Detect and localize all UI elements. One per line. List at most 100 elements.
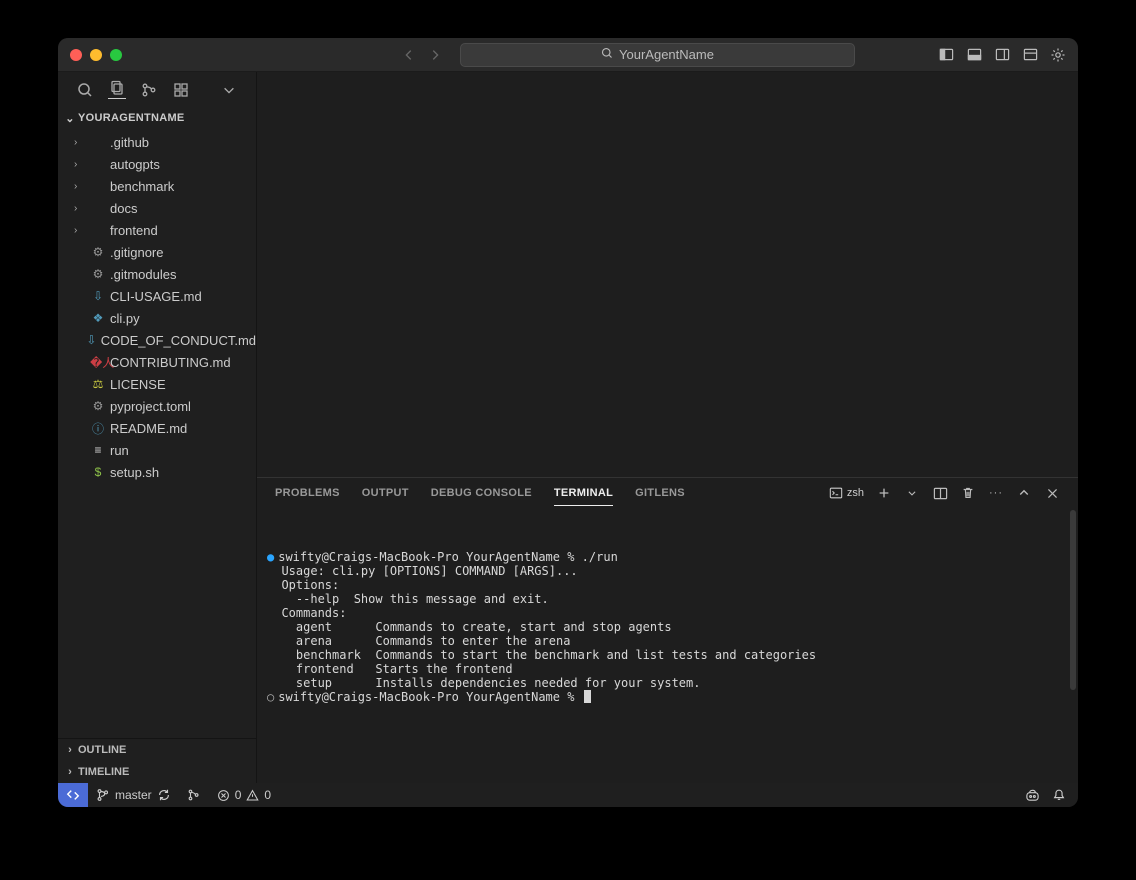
panel-tabs: PROBLEMS OUTPUT DEBUG CONSOLE TERMINAL G… xyxy=(257,478,1078,508)
file-readme-md[interactable]: ›ⓘREADME.md xyxy=(58,417,256,439)
file-icon: ≡ xyxy=(90,443,106,457)
file-code-of-conduct-md[interactable]: ›⇩CODE_OF_CONDUCT.md xyxy=(58,329,256,351)
titlebar-right-controls xyxy=(938,47,1066,63)
tree-item-label: .gitignore xyxy=(110,245,163,260)
terminal-line: arena Commands to enter the arena xyxy=(267,634,1068,648)
file-pyproject-toml[interactable]: ›⚙pyproject.toml xyxy=(58,395,256,417)
tree-item-label: run xyxy=(110,443,129,458)
toggle-secondary-sidebar-icon[interactable] xyxy=(994,47,1010,63)
search-view-icon[interactable] xyxy=(76,81,94,99)
more-views-icon[interactable] xyxy=(220,81,238,99)
tab-problems[interactable]: PROBLEMS xyxy=(275,481,340,505)
file-icon: ⓘ xyxy=(90,420,106,437)
tree-item-label: benchmark xyxy=(110,179,174,194)
settings-gear-icon[interactable] xyxy=(1050,47,1066,63)
explorer-root-name: YOURAGENTNAME xyxy=(78,112,185,124)
sidebar: ⌄ YOURAGENTNAME ›.github›autogpts›benchm… xyxy=(58,72,257,783)
chevron-right-icon: › xyxy=(62,744,78,756)
bottom-panel: PROBLEMS OUTPUT DEBUG CONSOLE TERMINAL G… xyxy=(257,477,1078,783)
tree-item-label: .gitmodules xyxy=(110,267,176,282)
tab-output[interactable]: OUTPUT xyxy=(362,481,409,505)
split-terminal-icon[interactable] xyxy=(932,485,948,501)
tab-terminal[interactable]: TERMINAL xyxy=(554,481,613,506)
tree-item-label: frontend xyxy=(110,223,158,238)
chevron-right-icon: › xyxy=(74,159,86,170)
chevron-right-icon: › xyxy=(74,181,86,192)
chevron-right-icon: › xyxy=(74,137,86,148)
file-setup-sh[interactable]: ›$setup.sh xyxy=(58,461,256,483)
file-icon: ⚙ xyxy=(90,245,106,259)
file-tree: ›.github›autogpts›benchmark›docs›fronten… xyxy=(58,129,256,738)
git-branch-name: master xyxy=(115,788,152,802)
customize-layout-icon[interactable] xyxy=(1022,47,1038,63)
chevron-right-icon: › xyxy=(74,225,86,236)
nav-forward-button[interactable] xyxy=(426,46,444,64)
search-icon xyxy=(601,47,613,62)
terminal-dropdown-icon[interactable] xyxy=(904,485,920,501)
new-terminal-icon[interactable] xyxy=(876,485,892,501)
error-icon xyxy=(217,789,230,802)
terminal-line: benchmark Commands to start the benchmar… xyxy=(267,648,1068,662)
terminal-shell-pill[interactable]: zsh xyxy=(829,486,864,500)
file-cli-py[interactable]: ›❖cli.py xyxy=(58,307,256,329)
warning-count: 0 xyxy=(264,788,271,802)
file-cli-usage-md[interactable]: ›⇩CLI-USAGE.md xyxy=(58,285,256,307)
git-branch-indicator[interactable]: master xyxy=(88,788,179,802)
notifications-bell-icon[interactable] xyxy=(1052,788,1066,802)
tree-item-label: CONTRIBUTING.md xyxy=(110,355,231,370)
minimize-window-button[interactable] xyxy=(90,49,102,61)
tab-gitlens[interactable]: GITLENS xyxy=(635,481,685,505)
sync-icon xyxy=(157,788,171,802)
timeline-label: TIMELINE xyxy=(78,766,129,778)
chevron-right-icon: › xyxy=(62,766,78,778)
folder--github[interactable]: ›.github xyxy=(58,131,256,153)
extensions-view-icon[interactable] xyxy=(172,81,190,99)
tree-item-label: cli.py xyxy=(110,311,140,326)
close-window-button[interactable] xyxy=(70,49,82,61)
tree-item-label: LICENSE xyxy=(110,377,166,392)
terminal-prompt-line[interactable]: ○swifty@Craigs-MacBook-Pro YourAgentName… xyxy=(267,690,1068,704)
remote-indicator[interactable] xyxy=(58,783,88,807)
command-center-title: YourAgentName xyxy=(619,47,714,62)
explorer-root-header[interactable]: ⌄ YOURAGENTNAME xyxy=(58,107,256,129)
panel-more-icon[interactable]: ··· xyxy=(988,485,1004,501)
file-run[interactable]: ›≡run xyxy=(58,439,256,461)
file-license[interactable]: ›⚖LICENSE xyxy=(58,373,256,395)
toggle-panel-icon[interactable] xyxy=(966,47,982,63)
folder-benchmark[interactable]: › benchmark xyxy=(58,175,256,197)
timeline-section[interactable]: › TIMELINE xyxy=(58,761,256,783)
titlebar: YourAgentName xyxy=(58,38,1078,72)
toggle-primary-sidebar-icon[interactable] xyxy=(938,47,954,63)
nav-back-button[interactable] xyxy=(400,46,418,64)
file-icon: ⇩ xyxy=(86,333,97,347)
file--gitignore[interactable]: ›⚙.gitignore xyxy=(58,241,256,263)
terminal-scrollbar[interactable] xyxy=(1070,510,1076,690)
tab-debug-console[interactable]: DEBUG CONSOLE xyxy=(431,481,532,505)
terminal-cursor xyxy=(584,690,591,703)
source-control-view-icon[interactable] xyxy=(140,81,158,99)
command-center[interactable]: YourAgentName xyxy=(460,43,855,67)
tree-item-label: autogpts xyxy=(110,157,160,172)
terminal-line: Usage: cli.py [OPTIONS] COMMAND [ARGS]..… xyxy=(267,564,1068,578)
window-controls xyxy=(70,49,122,61)
git-graph-indicator[interactable] xyxy=(179,788,209,802)
file-contributing-md[interactable]: ›�人CONTRIBUTING.md xyxy=(58,351,256,373)
tree-item-label: docs xyxy=(110,201,137,216)
maximize-panel-icon[interactable] xyxy=(1016,485,1032,501)
copilot-indicator[interactable] xyxy=(1025,788,1040,803)
close-panel-icon[interactable] xyxy=(1044,485,1060,501)
file--gitmodules[interactable]: ›⚙.gitmodules xyxy=(58,263,256,285)
file-icon: ❖ xyxy=(90,311,106,325)
terminal-shell-name: zsh xyxy=(847,487,864,499)
terminal-line: Commands: xyxy=(267,606,1068,620)
maximize-window-button[interactable] xyxy=(110,49,122,61)
explorer-view-icon[interactable] xyxy=(108,81,126,99)
folder-autogpts[interactable]: › autogpts xyxy=(58,153,256,175)
kill-terminal-icon[interactable] xyxy=(960,485,976,501)
folder-docs[interactable]: ›docs xyxy=(58,197,256,219)
terminal[interactable]: ●swifty@Craigs-MacBook-Pro YourAgentName… xyxy=(257,508,1078,783)
outline-section[interactable]: › OUTLINE xyxy=(58,739,256,761)
problems-indicator[interactable]: 0 0 xyxy=(209,788,279,802)
sidebar-footer: › OUTLINE › TIMELINE xyxy=(58,738,256,783)
folder-frontend[interactable]: › frontend xyxy=(58,219,256,241)
